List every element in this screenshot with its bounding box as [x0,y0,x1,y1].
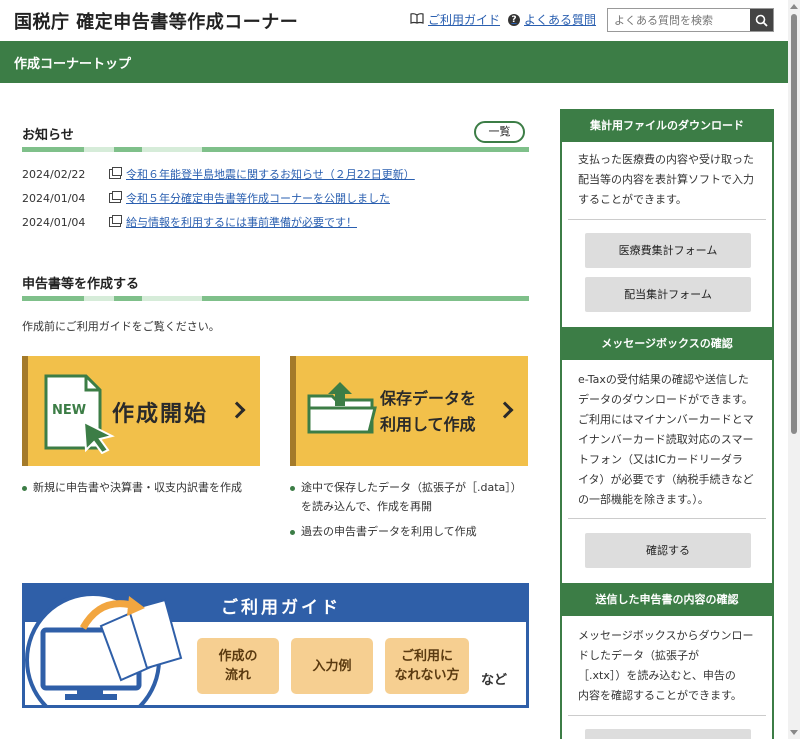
messagebox-head: メッセージボックスの確認 [560,327,774,360]
search-button[interactable] [750,9,773,31]
guide-input-example-button[interactable]: 入力例 [291,638,373,694]
svg-text:NEW: NEW [52,403,86,418]
start-new-tile[interactable]: NEW 作成開始 [22,356,260,466]
faq-link[interactable]: ? よくある質問 [508,11,596,28]
download-text: 支払った医療費の内容や受け取った 配当等の内容を表計算ソフトで入力 することがで… [578,153,754,206]
window-icon [109,215,122,227]
create-intro: 作成前にご利用ガイドをご覧ください。 [22,320,220,333]
saved-bullet: 過去の申告書データを利用して作成 [290,522,477,541]
window-icon [109,167,122,179]
news-title: お知らせ [22,128,74,143]
news-link[interactable]: 令和６年能登半島地震に関するお知らせ（２月22日更新） [126,166,415,182]
use-saved-data-tile[interactable]: 保存データを 利用して作成 [290,356,528,466]
chevron-right-icon [228,401,246,419]
guide-link[interactable]: ご利用ガイド [410,11,500,28]
news-date: 2024/01/04 [22,215,86,229]
guide-etc-label: など [481,673,508,688]
news-link[interactable]: 令和５年分確定申告書等作成コーナーを公開しました [126,190,390,206]
question-icon: ? [508,13,520,26]
messagebox-text: e-Taxの受付結果の確認や送信した データのダウンロードができます。 ご利用に… [578,373,754,506]
nav-top-link[interactable]: 作成コーナートップ [14,53,131,72]
start-new-label: 作成開始 [112,402,209,427]
site-title[interactable]: 国税庁 確定申告書等作成コーナー [14,8,298,34]
monitor-documents-icon [25,592,183,705]
guide-banner-title: ご利用ガイド [221,598,341,618]
medical-form-button[interactable]: 医療費集計フォーム [585,233,751,268]
scroll-up-icon[interactable] [790,4,798,9]
download-head: 集計用ファイルのダウンロード [560,109,774,142]
dividend-form-button[interactable]: 配当集計フォーム [585,277,751,312]
new-document-icon: NEW [44,374,115,454]
nav-bar: 作成コーナートップ [0,41,788,83]
news-item: 2024/01/04 令和５年分確定申告書等作成コーナーを公開しました [22,190,532,206]
news-link[interactable]: 給与情報を利用するには事前準備が必要です！ [126,214,357,230]
right-sidebar: 集計用ファイルのダウンロード 支払った医療費の内容や受け取った 配当等の内容を表… [560,109,774,739]
news-more-button[interactable]: 一覧 [474,121,525,143]
sent-text: メッセージボックスからダウンロー ドしたデータ（拡張子が ［.xtx］）を読み込… [578,629,754,702]
news-item: 2024/01/04 給与情報を利用するには事前準備が必要です！ [22,214,532,230]
site-header: 国税庁 確定申告書等作成コーナー ご利用ガイド ? よくある質問 [0,0,788,41]
search-input[interactable] [608,9,750,31]
folder-upload-icon [307,382,377,434]
sent-confirm-button[interactable] [585,729,751,739]
book-icon [410,12,424,27]
create-rule [22,296,529,301]
search-box [607,8,774,32]
scroll-thumb[interactable] [791,14,797,434]
news-date: 2024/02/22 [22,167,86,181]
news-rule [22,147,529,152]
create-title: 申告書等を作成する [22,277,140,292]
news-item: 2024/02/22 令和６年能登半島地震に関するお知らせ（２月22日更新） [22,166,532,182]
sent-head: 送信した申告書の内容の確認 [560,583,774,616]
chevron-right-icon [496,401,514,419]
guide-link-label[interactable]: ご利用ガイド [428,11,500,28]
messagebox-confirm-button[interactable]: 確認する [585,533,751,568]
guide-beginner-button[interactable]: ご利用に なれない方 [385,638,469,694]
guide-flow-button[interactable]: 作成の 流れ [197,638,279,694]
window-icon [109,191,122,203]
use-saved-data-label: 保存データを 利用して作成 [380,389,477,434]
page-scrollbar[interactable] [788,0,800,739]
scroll-down-icon[interactable] [790,730,798,735]
saved-bullet: 途中で保存したデータ（拡張子が［.data］） を読み込んで、作成を再開 [290,478,522,516]
faq-link-label[interactable]: よくある質問 [524,11,596,28]
new-bullet: 新規に申告書や決算書・収支内訳書を作成 [22,478,242,497]
search-icon [755,14,768,27]
guide-banner[interactable]: ご利用ガイド 作成の 流れ 入力例 ご利用に なれない方 など [22,583,529,708]
news-date: 2024/01/04 [22,191,86,205]
